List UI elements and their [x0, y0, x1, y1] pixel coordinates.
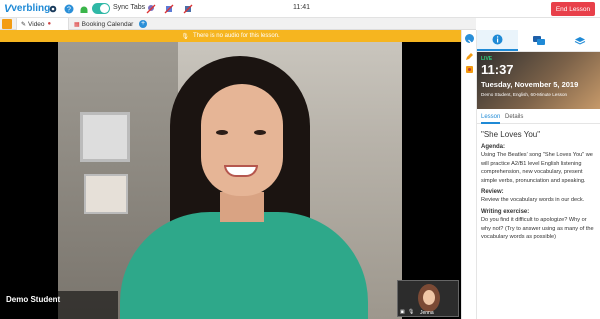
tab-materials[interactable]: [560, 30, 600, 51]
student-video-feed: [58, 42, 402, 319]
tab-bar: ✎ Video ● ▦ Booking Calendar +: [0, 18, 476, 30]
lesson-panel: LIVE 11:37 Tuesday, November 5, 2019 Dem…: [476, 30, 600, 319]
writing-text: Do you find it difficult to apologize? W…: [481, 217, 594, 241]
collapse-panel-icon[interactable]: [465, 34, 474, 46]
lesson-hero: LIVE 11:37 Tuesday, November 5, 2019 Dem…: [477, 52, 600, 109]
review-text: Review the vocabulary words in our deck.: [481, 197, 585, 204]
video-tab-icon: ✎: [21, 21, 27, 28]
student-face: [201, 84, 283, 196]
sync-tabs-label: Sync Tabs: [113, 4, 146, 11]
hide-tool-icon[interactable]: [163, 3, 174, 14]
student-name-tag: Demo Student: [0, 291, 118, 319]
agenda-text: Using The Beatles' song "She Loves You" …: [481, 152, 593, 184]
no-audio-banner: 🎙 There is no audio for this lesson.: [0, 30, 461, 42]
wall-picture-2: [84, 174, 128, 214]
top-bar: V verbling ? Sync Tabs 11:41 End Lesson: [0, 0, 600, 18]
wall-picture: [80, 112, 130, 162]
calendar-icon: ▦: [74, 21, 80, 28]
pencil-icon[interactable]: [465, 48, 474, 60]
writing-heading: Writing exercise:: [481, 208, 530, 215]
tab-chat[interactable]: [518, 30, 559, 51]
student-sweater: [120, 212, 368, 319]
lesson-date: Tuesday, November 5, 2019: [481, 80, 579, 89]
tab-info[interactable]: [477, 30, 519, 51]
chat-icon: [532, 35, 545, 45]
verbling-logo[interactable]: V verbling: [4, 0, 50, 18]
student-name: Demo Student: [6, 295, 61, 304]
info-icon: [492, 34, 503, 45]
mic-icon[interactable]: 🎙: [408, 309, 414, 315]
sync-tabs-toggle[interactable]: [92, 3, 110, 14]
no-audio-text: There is no audio for this lesson.: [192, 33, 280, 39]
lesson-time: 11:37: [481, 62, 514, 77]
student-neck: [220, 192, 264, 222]
svg-text:?: ?: [67, 6, 71, 13]
layers-icon: [575, 36, 586, 45]
tools-icon[interactable]: [465, 61, 474, 73]
hide-notes-icon[interactable]: [182, 3, 193, 14]
verbling-logo-text: verbling: [11, 3, 51, 14]
apps-icon[interactable]: [2, 19, 12, 29]
clock: 11:41: [293, 4, 310, 11]
side-tool-strip: [461, 30, 476, 319]
lesson-content: "She Loves You" Agenda: Using The Beatle…: [481, 130, 597, 242]
teacher-name: Jenna: [420, 310, 434, 316]
review-heading: Review:: [481, 189, 504, 196]
verbling-logo-mark: V: [4, 2, 12, 15]
teacher-video-thumbnail[interactable]: ▣ 🎙 Jenna: [397, 280, 459, 317]
end-lesson-button[interactable]: End Lesson: [551, 2, 595, 16]
video-tab-status-icon: ●: [47, 21, 52, 27]
tab-video-label: Video: [28, 20, 45, 28]
student-eye-right: [254, 130, 266, 135]
agenda-heading: Agenda:: [481, 144, 505, 150]
lesson-subtitle: Demo Student, English, 60-Minute Lesson: [481, 92, 568, 97]
lesson-tabs: Lesson Details: [477, 112, 600, 124]
tab-video[interactable]: ✎ Video ●: [16, 18, 69, 30]
android-icon[interactable]: [78, 3, 89, 14]
add-tab-button[interactable]: +: [139, 20, 147, 28]
tab-details[interactable]: Details: [505, 112, 523, 124]
camera-off-icon[interactable]: ▣: [400, 309, 405, 315]
tab-lesson[interactable]: Lesson: [481, 112, 501, 124]
microphone-icon: 🎙: [181, 33, 189, 40]
toggle-knob: [100, 4, 109, 13]
tab-booking-calendar[interactable]: ▦ Booking Calendar: [70, 18, 136, 30]
panel-tabs: [477, 30, 600, 52]
teacher-face: [423, 290, 435, 305]
help-icon[interactable]: ?: [63, 3, 74, 14]
gear-icon[interactable]: [47, 3, 58, 14]
tab-booking-calendar-label: Booking Calendar: [81, 20, 134, 28]
hide-student-icon[interactable]: [145, 3, 156, 14]
student-eye-left: [216, 130, 228, 135]
video-area: Demo Student ▣ 🎙 Jenna: [0, 42, 461, 319]
lesson-title: "She Loves You": [481, 130, 541, 139]
